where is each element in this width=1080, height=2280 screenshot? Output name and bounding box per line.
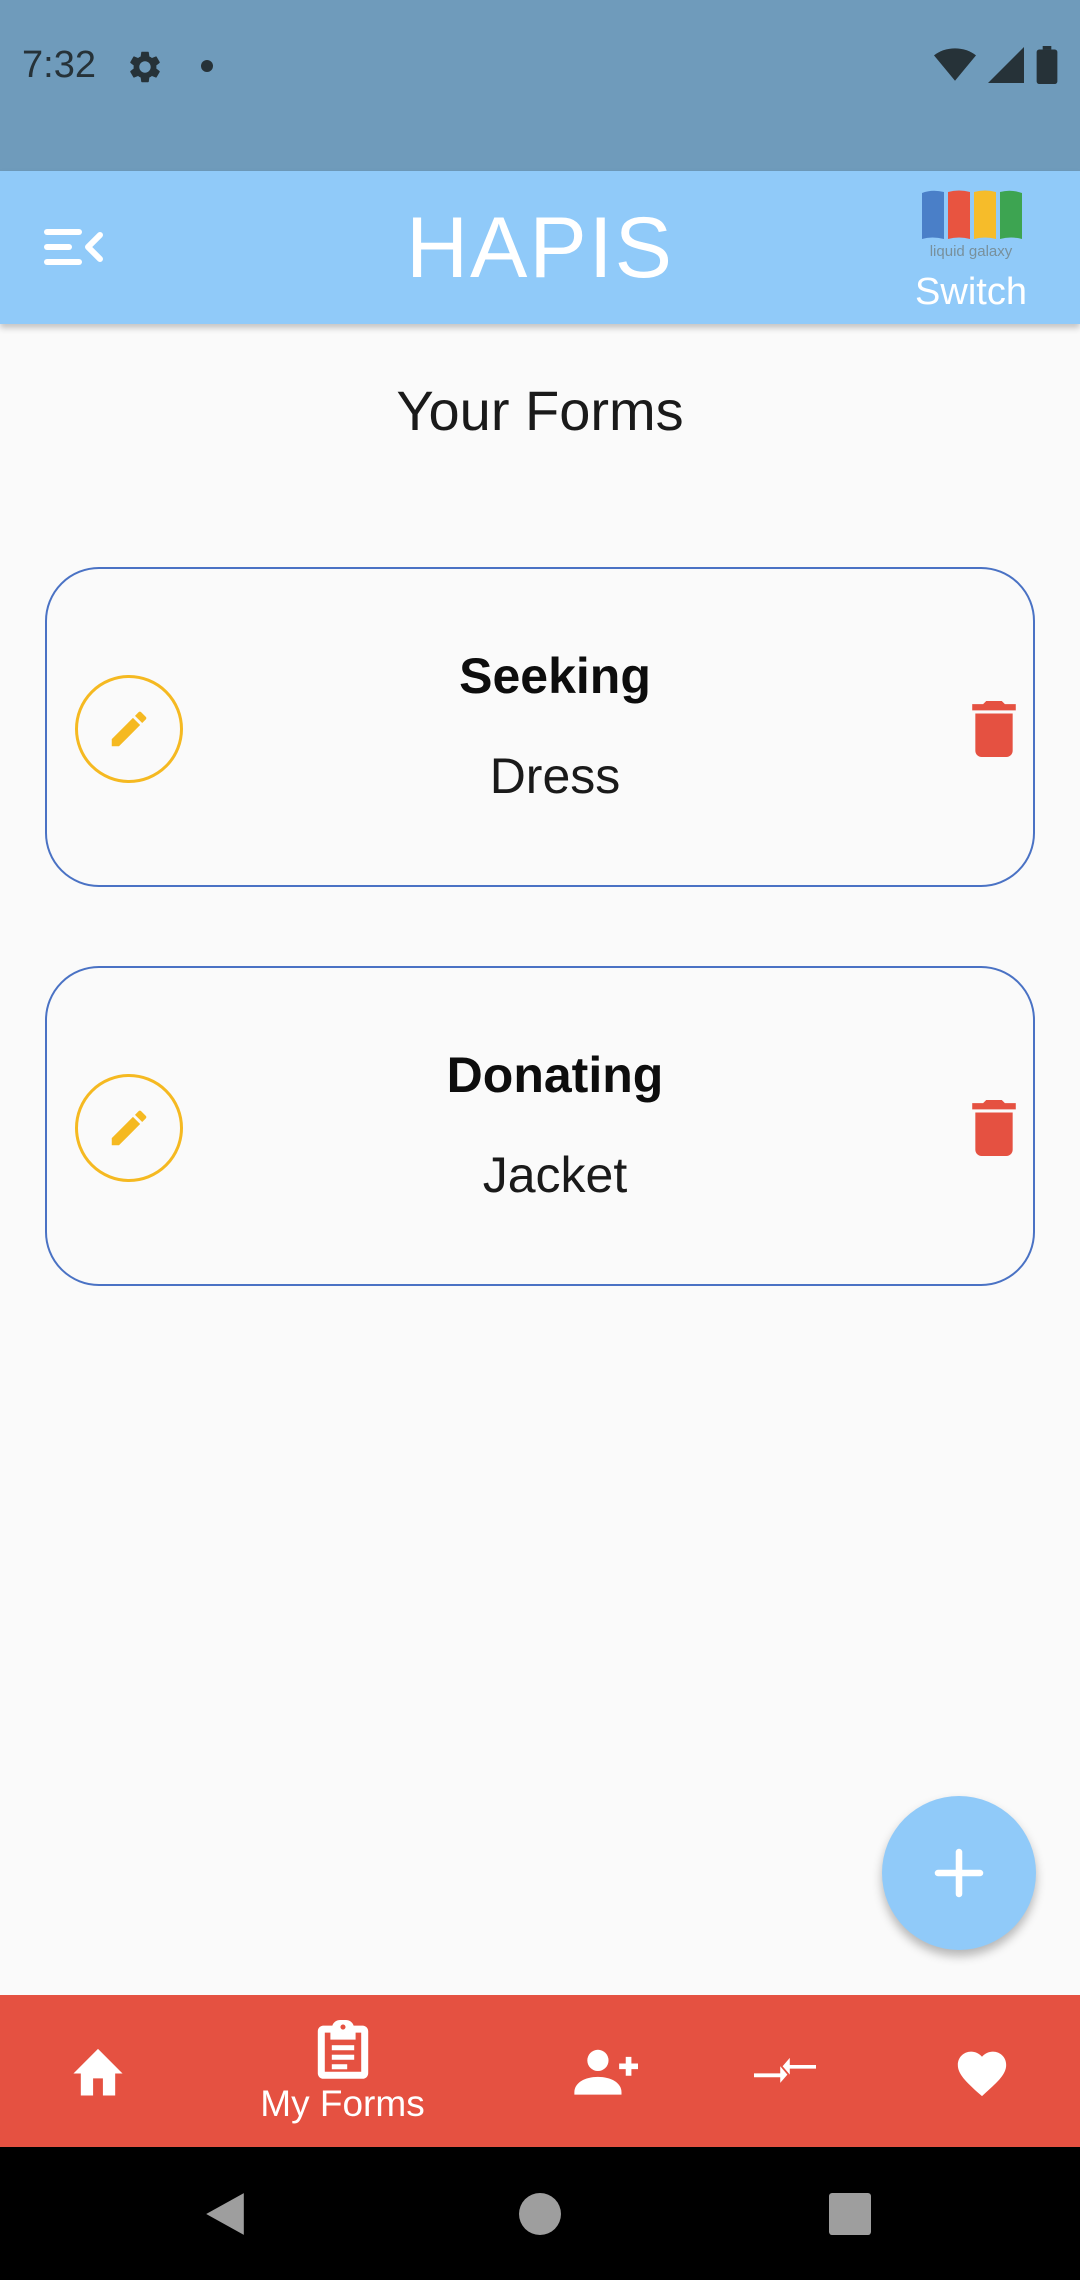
recents-button[interactable] xyxy=(790,2147,910,2280)
form-card[interactable]: Seeking Dress xyxy=(45,567,1035,887)
signal-icon xyxy=(988,47,1024,83)
heart-icon xyxy=(957,2051,1007,2097)
home-icon xyxy=(73,2048,123,2096)
clipboard-icon xyxy=(317,2020,368,2079)
logo-text: liquid galaxy xyxy=(929,243,1013,260)
system-nav-bar xyxy=(0,2147,1080,2280)
bottom-nav: My Forms xyxy=(0,1995,1080,2147)
settings-icon xyxy=(130,51,160,83)
compress-icon xyxy=(754,2057,816,2083)
status-right-icons xyxy=(934,46,1058,84)
wifi-icon xyxy=(934,48,976,81)
add-form-button[interactable] xyxy=(882,1796,1036,1950)
pencil-icon xyxy=(111,1110,147,1146)
add-person-icon xyxy=(574,2049,638,2095)
form-item: Jacket xyxy=(482,1147,628,1203)
delete-button[interactable] xyxy=(969,1098,1019,1158)
back-button[interactable] xyxy=(165,2147,285,2280)
nav-item-home[interactable] xyxy=(48,1995,148,2147)
battery-icon xyxy=(1036,46,1058,84)
switch-label: Switch xyxy=(915,271,1027,313)
screen: 7:32 HAPIS liquid galaxy Switch Your For… xyxy=(0,0,1080,2280)
back-triangle-icon xyxy=(206,2192,244,2235)
switch-button[interactable]: liquid galaxy Switch xyxy=(906,183,1036,318)
trash-icon xyxy=(972,1100,1016,1156)
home-circle-icon xyxy=(519,2192,561,2235)
form-card[interactable]: Donating Jacket xyxy=(45,966,1035,1286)
status-bar: 7:32 xyxy=(0,0,1080,171)
app-bar: HAPIS liquid galaxy Switch xyxy=(0,171,1080,324)
plus-icon xyxy=(934,1848,984,1898)
pencil-icon xyxy=(111,711,147,747)
page-title: Your Forms xyxy=(396,379,684,442)
nav-item-compress[interactable] xyxy=(735,1995,835,2147)
liquid-galaxy-logo-icon xyxy=(922,190,1022,239)
nav-item-my-forms[interactable]: My Forms xyxy=(230,1995,455,2147)
nav-item-add-person[interactable] xyxy=(550,1995,660,2147)
nav-item-favorites[interactable] xyxy=(932,1995,1032,2147)
notification-dot xyxy=(201,60,213,72)
trash-icon xyxy=(972,701,1016,757)
form-type: Donating xyxy=(446,1047,664,1103)
nav-label: My Forms xyxy=(260,2083,425,2124)
home-system-button[interactable] xyxy=(480,2147,600,2280)
delete-button[interactable] xyxy=(969,699,1019,759)
form-item: Dress xyxy=(489,748,621,804)
status-time: 7:32 xyxy=(22,44,96,86)
recents-square-icon xyxy=(829,2192,871,2235)
form-type: Seeking xyxy=(459,648,651,704)
